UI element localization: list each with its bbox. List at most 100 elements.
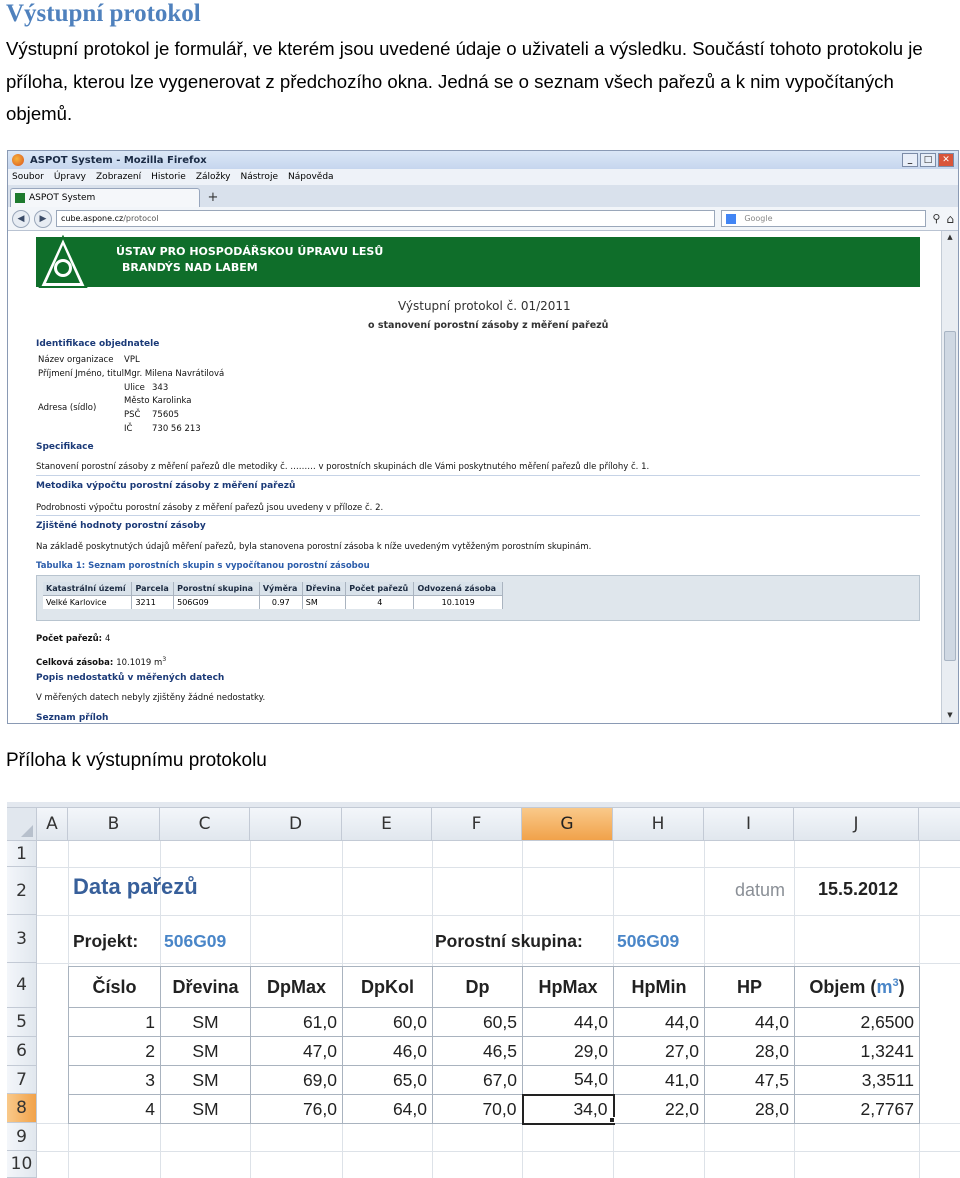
group-value: 506G09	[617, 931, 680, 951]
table-cell[interactable]: SM	[160, 1065, 251, 1095]
search-input[interactable]: Google	[721, 210, 927, 227]
table-cell[interactable]: SM	[160, 1036, 251, 1066]
table-cell[interactable]: 1	[68, 1007, 161, 1037]
new-tab-button[interactable]: +	[202, 190, 224, 207]
total-unit-sup: 3	[162, 656, 167, 663]
selected-cell[interactable]: 34,0	[521, 1093, 615, 1125]
table-cell[interactable]: 60,0	[342, 1007, 433, 1037]
column-header-b[interactable]: B	[68, 808, 160, 841]
row-header-4[interactable]: 4	[7, 963, 37, 1008]
scroll-down-icon[interactable]: ▼	[944, 711, 956, 723]
table-cell[interactable]: 46,5	[432, 1036, 523, 1066]
table-cell[interactable]: 27,0	[613, 1036, 705, 1066]
column-header-f[interactable]: F	[432, 808, 522, 841]
menu-napoveda[interactable]: Nápověda	[288, 172, 334, 182]
table-cell[interactable]: 3,3511	[794, 1065, 920, 1095]
table-cell[interactable]: 64,0	[342, 1094, 433, 1124]
home-icon[interactable]: ⌂	[946, 212, 954, 226]
section-divider	[36, 515, 920, 516]
column-header-g[interactable]: G	[522, 808, 613, 841]
ident-value: 75605	[152, 410, 180, 420]
menu-zalozky[interactable]: Záložky	[196, 172, 231, 182]
table-cell[interactable]: 76,0	[250, 1094, 343, 1124]
table-cell[interactable]: 28,0	[704, 1094, 795, 1124]
maximize-button[interactable]: □	[920, 153, 936, 167]
table-cell[interactable]: 44,0	[704, 1007, 795, 1037]
grid-line	[37, 867, 960, 868]
table-cell[interactable]: 44,0	[522, 1007, 614, 1037]
column-header-c[interactable]: C	[160, 808, 250, 841]
column-header-d[interactable]: D	[250, 808, 342, 841]
table-cell: 10.1019	[413, 595, 503, 609]
table-cell[interactable]: 2,7767	[794, 1094, 920, 1124]
menu-soubor[interactable]: Soubor	[12, 172, 44, 182]
row-header-5[interactable]: 5	[7, 1008, 37, 1037]
search-placeholder: Google	[744, 214, 773, 223]
column-title[interactable]: DpKol	[342, 966, 433, 1008]
table-cell[interactable]: 1,3241	[794, 1036, 920, 1066]
table-cell[interactable]: 2	[68, 1036, 161, 1066]
menu-upravy[interactable]: Úpravy	[54, 172, 86, 182]
table-cell[interactable]: 44,0	[613, 1007, 705, 1037]
table-cell[interactable]: 70,0	[432, 1094, 523, 1124]
menu-zobrazeni[interactable]: Zobrazení	[96, 172, 141, 182]
column-header-h[interactable]: H	[613, 808, 704, 841]
table-row: 3 SM 69,0 65,0 67,0 54,0 41,0 47,5 3,351…	[68, 1065, 920, 1095]
row-header-2[interactable]: 2	[7, 867, 37, 915]
table-cell[interactable]: 46,0	[342, 1036, 433, 1066]
row-header-6[interactable]: 6	[7, 1037, 37, 1066]
row-header-9[interactable]: 9	[7, 1123, 37, 1151]
close-button[interactable]: ✕	[938, 153, 954, 167]
row-header-7[interactable]: 7	[7, 1066, 37, 1094]
table-cell[interactable]: 22,0	[613, 1094, 705, 1124]
column-header-j[interactable]: J	[794, 808, 919, 841]
table-cell[interactable]: 54,0	[522, 1065, 614, 1095]
table-cell[interactable]: 60,5	[432, 1007, 523, 1037]
column-title-volume[interactable]: Objem (m3)	[794, 966, 920, 1008]
column-title[interactable]: Dp	[432, 966, 523, 1008]
table-cell[interactable]: 3	[68, 1065, 161, 1095]
table-cell[interactable]: 61,0	[250, 1007, 343, 1037]
ident-label: Adresa (sídlo)	[38, 403, 97, 413]
column-header-i[interactable]: I	[704, 808, 794, 841]
column-title[interactable]: HpMin	[613, 966, 705, 1008]
back-arrow-icon[interactable]: ◀	[12, 209, 30, 228]
forward-arrow-icon[interactable]: ▶	[34, 209, 52, 228]
minimize-button[interactable]: _	[902, 153, 918, 167]
column-title[interactable]: HpMax	[522, 966, 614, 1008]
table-cell[interactable]: SM	[160, 1094, 251, 1124]
search-icon[interactable]: ⚲	[932, 212, 940, 225]
table-cell[interactable]: SM	[160, 1007, 251, 1037]
table-cell[interactable]: 28,0	[704, 1036, 795, 1066]
table-cell[interactable]: 2,6500	[794, 1007, 920, 1037]
scroll-up-icon[interactable]: ▲	[944, 233, 956, 245]
row-header-10[interactable]: 10	[7, 1151, 37, 1178]
table-cell[interactable]: 67,0	[432, 1065, 523, 1095]
scroll-thumb[interactable]	[944, 331, 956, 661]
row-header-8[interactable]: 8	[7, 1094, 37, 1123]
row-header-3[interactable]: 3	[7, 915, 37, 963]
tab-aspot-system[interactable]: ASPOT System	[10, 188, 200, 207]
vertical-scrollbar[interactable]: ▲ ▼	[941, 231, 958, 723]
table-cell[interactable]: 65,0	[342, 1065, 433, 1095]
url-domain: cube.aspone.cz	[61, 214, 124, 223]
table-cell[interactable]: 69,0	[250, 1065, 343, 1095]
table-cell[interactable]: 47,0	[250, 1036, 343, 1066]
table-cell[interactable]: 47,5	[704, 1065, 795, 1095]
column-title[interactable]: Číslo	[68, 966, 161, 1008]
column-header-a[interactable]: A	[37, 808, 68, 841]
menu-nastroje[interactable]: Nástroje	[240, 172, 278, 182]
column-title[interactable]: DpMax	[250, 966, 343, 1008]
column-header-e[interactable]: E	[342, 808, 432, 841]
protocol-title: Výstupní protokol č. 01/2011	[398, 299, 571, 313]
column-title[interactable]: Dřevina	[160, 966, 251, 1008]
table-cell[interactable]: 4	[68, 1094, 161, 1124]
table-cell[interactable]: 41,0	[613, 1065, 705, 1095]
menu-historie[interactable]: Historie	[151, 172, 186, 182]
table-cell[interactable]: 29,0	[522, 1036, 614, 1066]
defects-text: V měřených datech nebyly zjištěny žádné …	[36, 693, 266, 703]
row-header-1[interactable]: 1	[7, 841, 37, 867]
url-input[interactable]: cube.aspone.cz/protocol	[56, 210, 716, 227]
fill-handle[interactable]	[609, 1117, 615, 1123]
column-title[interactable]: HP	[704, 966, 795, 1008]
